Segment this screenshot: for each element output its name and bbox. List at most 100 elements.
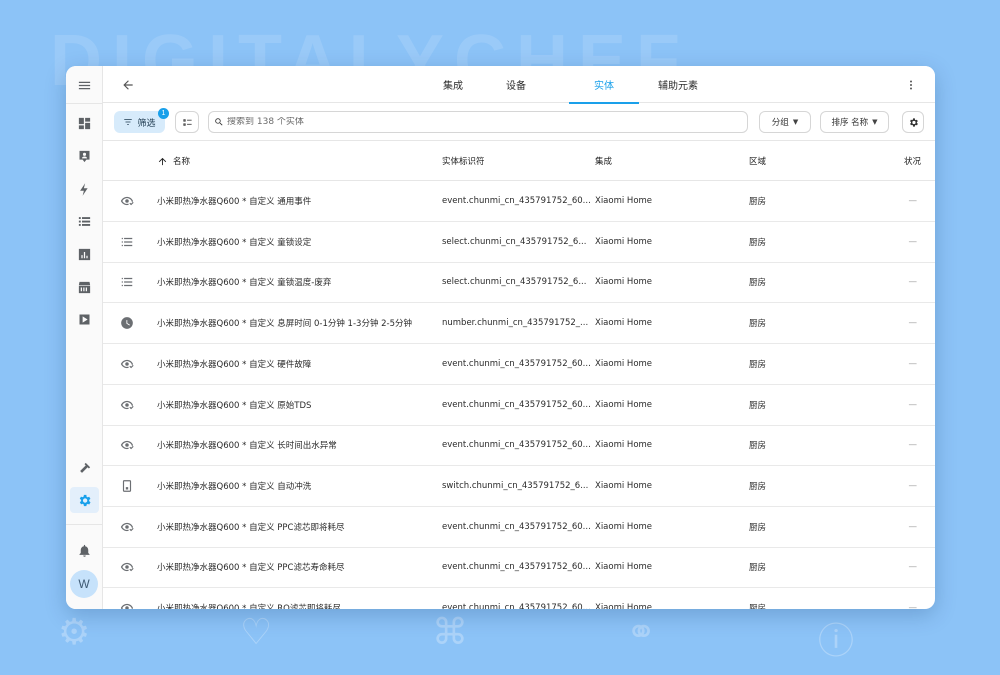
- hacs-icon[interactable]: [70, 274, 99, 300]
- group-by-button[interactable]: 分组 ▼: [759, 111, 811, 133]
- entity-name: 小米即热净水器Q600 * 自定义 童锁温度-废弃: [157, 278, 332, 289]
- status: —: [908, 358, 918, 369]
- list-icon: [119, 222, 135, 262]
- event-eye-icon: [119, 344, 135, 384]
- entity-id: event.chunmi_cn_435791752_60...: [442, 358, 591, 369]
- more-options-icon[interactable]: [901, 75, 921, 95]
- integration: Xiaomi Home: [595, 603, 653, 609]
- table-settings-button[interactable]: [902, 111, 924, 133]
- column-header-status[interactable]: 状况: [904, 141, 921, 181]
- clock-icon: [119, 303, 135, 343]
- tab-integrations[interactable]: 集成: [433, 66, 473, 103]
- integration: Xiaomi Home: [595, 277, 653, 288]
- gear-icon: [909, 117, 918, 127]
- logbook-icon[interactable]: [70, 208, 99, 234]
- area: 厨房: [749, 237, 767, 248]
- event-eye-icon: [119, 425, 135, 465]
- table-row[interactable]: 小米即热净水器Q600 * 自定义 原始TDS event.chunmi_cn_4…: [103, 385, 935, 426]
- media-icon[interactable]: [70, 306, 99, 332]
- group-by-label: 分组: [771, 118, 789, 128]
- entity-name: 小米即热净水器Q600 * 自定义 PPC滤芯即将耗尽: [157, 522, 345, 533]
- table-row[interactable]: 小米即热净水器Q600 * 自定义 PPC滤芯即将耗尽 event.chunmi_…: [103, 507, 935, 548]
- background-decoration-icon: ⚙: [58, 612, 91, 653]
- status: —: [908, 562, 918, 573]
- table-row[interactable]: 小米即热净水器Q600 * 自定义 童锁设定 select.chunmi_cn_4…: [103, 222, 935, 263]
- selection-mode-button[interactable]: [175, 111, 199, 133]
- history-icon[interactable]: [70, 241, 99, 267]
- area: 厨房: [749, 563, 767, 574]
- event-eye-icon: [119, 588, 135, 609]
- settings-icon[interactable]: [70, 487, 99, 513]
- entity-name: 小米即热净水器Q600 * 自定义 原始TDS: [157, 400, 312, 411]
- top-bar: 集成 设备 实体 辅助元素: [103, 66, 935, 104]
- entity-id: select.chunmi_cn_435791752_6...: [442, 236, 587, 247]
- menu-icon[interactable]: [70, 72, 99, 98]
- area: 厨房: [749, 359, 767, 370]
- column-header-entity-id[interactable]: 实体标识符: [442, 141, 485, 181]
- background-decoration-icon: ♡: [240, 612, 273, 653]
- table-row[interactable]: 小米即热净水器Q600 * 自定义 通用事件 event.chunmi_cn_43…: [103, 181, 935, 222]
- map-icon[interactable]: [70, 143, 99, 169]
- back-arrow-icon[interactable]: [117, 74, 139, 96]
- table-row[interactable]: 小米即热净水器Q600 * 自定义 自动冲洗 switch.chunmi_cn_4…: [103, 466, 935, 507]
- entity-name: 小米即热净水器Q600 * 自定义 RO滤芯即将耗尽: [157, 604, 341, 609]
- search-icon: [215, 118, 223, 126]
- avatar[interactable]: W: [70, 570, 98, 598]
- sort-button[interactable]: 排序 名称 ▼: [820, 111, 889, 133]
- status: —: [908, 399, 918, 410]
- entity-name: 小米即热净水器Q600 * 自定义 硬件故障: [157, 359, 312, 370]
- notifications-icon[interactable]: [70, 537, 99, 563]
- table-row[interactable]: 小米即热净水器Q600 * 自定义 PPC滤芯寿命耗尽 event.chunmi_…: [103, 547, 935, 589]
- entity-id: number.chunmi_cn_435791752_...: [442, 318, 589, 329]
- arrow-up-icon: [158, 157, 167, 165]
- integration: Xiaomi Home: [595, 399, 653, 410]
- column-header-area[interactable]: 区域: [749, 141, 766, 181]
- entity-id: event.chunmi_cn_435791752_60...: [442, 440, 591, 451]
- table-row[interactable]: 小米即热净水器Q600 * 自定义 长时间出水异常 event.chunmi_cn…: [103, 425, 935, 467]
- app-window: W 集成 设备 实体 辅助元素 筛选 1 分组 ▼ 排序: [66, 66, 935, 609]
- search-field[interactable]: [208, 111, 748, 133]
- area: 厨房: [749, 197, 767, 207]
- entity-id: event.chunmi_cn_435791752_60...: [442, 562, 591, 573]
- integration: Xiaomi Home: [595, 318, 653, 329]
- area: 厨房: [749, 319, 767, 330]
- status: —: [908, 521, 918, 532]
- dashboard-icon[interactable]: [70, 110, 99, 136]
- background-decoration-icon: ⓘ: [818, 621, 855, 662]
- table-body: 小米即热净水器Q600 * 自定义 通用事件 event.chunmi_cn_43…: [103, 181, 935, 609]
- caret-down-icon: ▼: [792, 118, 799, 126]
- integration: Xiaomi Home: [595, 562, 653, 573]
- entity-id: event.chunmi_cn_435791752_60...: [442, 521, 591, 532]
- status: —: [908, 318, 918, 329]
- search-input[interactable]: [227, 117, 727, 127]
- tab-devices[interactable]: 设备: [496, 66, 536, 103]
- list-icon: [119, 262, 135, 302]
- table-row[interactable]: 小米即热净水器Q600 * 自定义 RO滤芯即将耗尽 event.chunmi_c…: [103, 588, 935, 609]
- entity-id: select.chunmi_cn_435791752_6...: [442, 277, 587, 288]
- entity-name: 小米即热净水器Q600 * 自定义 童锁设定: [157, 237, 312, 248]
- column-header-name[interactable]: 名称: [157, 141, 190, 181]
- energy-icon[interactable]: [70, 176, 99, 202]
- background-decoration-icon: ⚭: [626, 612, 657, 653]
- entity-name: 小米即热净水器Q600 * 自定义 息屏时间 0-1分钟 1-3分钟 2-5分钟: [157, 319, 413, 330]
- developer-tools-icon[interactable]: [70, 455, 99, 481]
- toolbar: 筛选 1 分组 ▼ 排序 名称 ▼: [103, 103, 935, 141]
- tab-entities[interactable]: 实体: [569, 66, 639, 104]
- entity-name: 小米即热净水器Q600 * 自定义 长时间出水异常: [157, 441, 337, 452]
- status: —: [908, 440, 918, 451]
- table-row[interactable]: 小米即热净水器Q600 * 自定义 息屏时间 0-1分钟 1-3分钟 2-5分钟…: [103, 303, 935, 345]
- sidebar: W: [66, 66, 103, 609]
- event-eye-icon: [119, 385, 135, 425]
- integration: Xiaomi Home: [595, 480, 653, 491]
- status: —: [908, 603, 918, 609]
- table-row[interactable]: 小米即热净水器Q600 * 自定义 硬件故障 event.chunmi_cn_43…: [103, 344, 935, 385]
- status: —: [908, 236, 918, 247]
- column-header-integration[interactable]: 集成: [595, 141, 612, 181]
- integration: Xiaomi Home: [595, 358, 653, 369]
- entity-id: event.chunmi_cn_435791752_60...: [442, 603, 591, 609]
- entity-name: 小米即热净水器Q600 * 自定义 通用事件: [157, 197, 312, 207]
- integration: Xiaomi Home: [595, 440, 653, 451]
- table-row[interactable]: 小米即热净水器Q600 * 自定义 童锁温度-废弃 select.chunmi_c…: [103, 262, 935, 304]
- status: —: [908, 196, 918, 206]
- tab-helpers[interactable]: 辅助元素: [653, 66, 703, 103]
